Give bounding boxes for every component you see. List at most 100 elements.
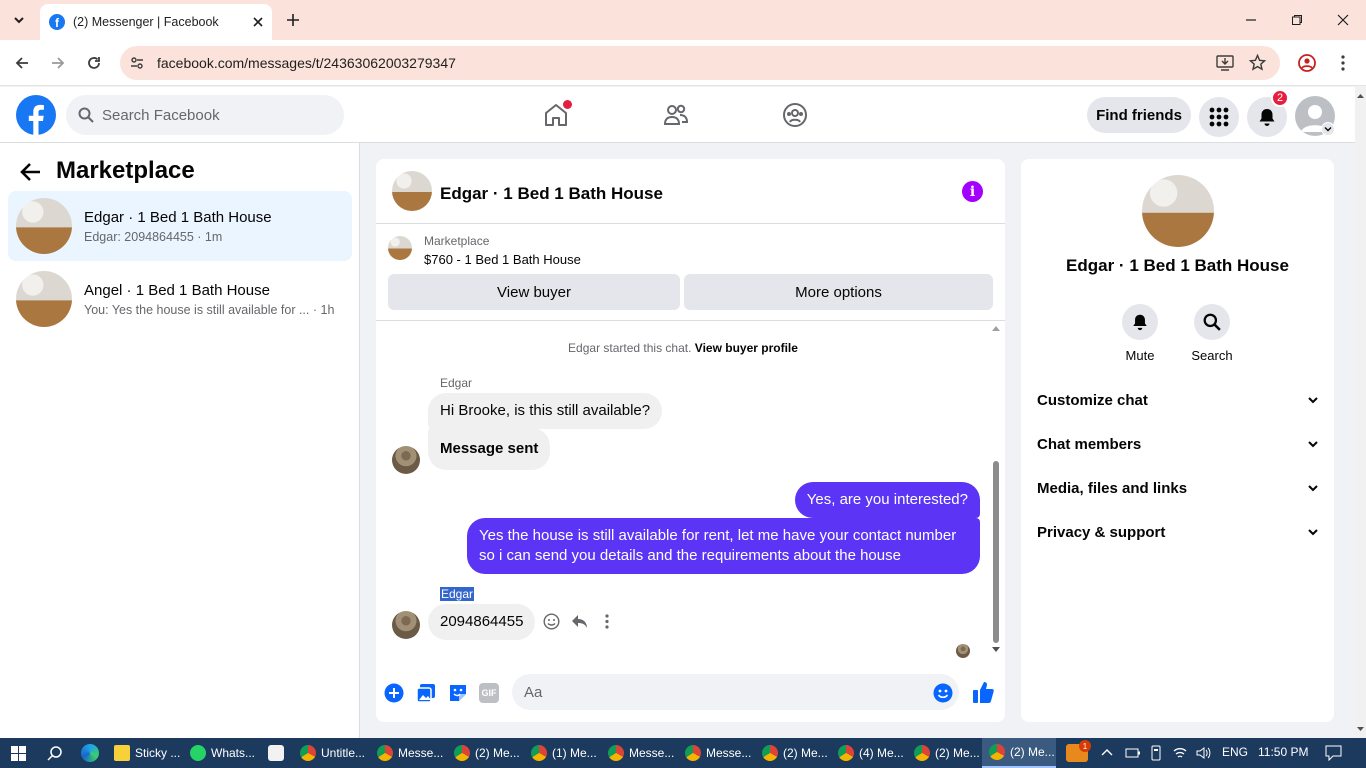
message-bubble-incoming[interactable]: Hi Brooke, is this still available?: [428, 393, 663, 429]
chat-avatar[interactable]: [392, 171, 432, 211]
taskbar-search-icon[interactable]: [47, 745, 63, 761]
back-arrow-icon[interactable]: [20, 161, 42, 183]
reply-icon[interactable]: [571, 614, 588, 629]
chat-members-section[interactable]: Chat members: [1037, 422, 1319, 466]
emoji-icon[interactable]: [933, 683, 953, 703]
chevron-down-icon: [1307, 482, 1319, 494]
reload-icon[interactable]: [81, 50, 107, 76]
chat-title[interactable]: Edgar · 1 Bed 1 Bath House: [440, 184, 663, 204]
more-options-button[interactable]: More options: [684, 274, 993, 310]
taskbar-item-chrome-active[interactable]: (2) Me...: [982, 738, 1056, 768]
search-in-conversation-icon[interactable]: [1194, 304, 1230, 340]
react-smile-icon[interactable]: [543, 613, 560, 630]
site-settings-icon[interactable]: [129, 55, 145, 71]
taskbar-item-chrome[interactable]: (4) Me...: [838, 738, 904, 768]
groups-icon[interactable]: [772, 93, 818, 137]
message-bubble-outgoing[interactable]: Yes the house is still available for ren…: [467, 518, 980, 574]
search-icon: [78, 107, 94, 123]
taskbar-item-chrome[interactable]: Messe...: [608, 738, 674, 768]
taskbar-item-sticky[interactable]: Sticky ...: [114, 738, 180, 768]
details-avatar[interactable]: [1142, 175, 1214, 247]
account-chevron-down-icon[interactable]: [1321, 122, 1335, 136]
conversation-info-icon[interactable]: i: [962, 181, 983, 202]
taskbar-item-chrome[interactable]: Untitle...: [300, 738, 365, 768]
install-app-icon[interactable]: [1216, 55, 1234, 71]
open-more-actions-icon[interactable]: [384, 683, 404, 703]
page-scrollbar[interactable]: [1355, 87, 1366, 738]
message-bubble-incoming[interactable]: Message sent: [428, 428, 551, 470]
chat-panel: Edgar · 1 Bed 1 Bath House i Marketplace…: [376, 159, 1005, 722]
windows-taskbar: Sticky ... Whats... Untitle... Messe... …: [0, 738, 1366, 768]
message-bubble-incoming[interactable]: 2094864455: [428, 604, 536, 640]
taskbar-item-chrome[interactable]: (1) Me...: [531, 738, 597, 768]
facebook-favicon-icon: f: [49, 14, 65, 30]
taskbar-item-whatsapp[interactable]: Whats...: [190, 738, 255, 768]
address-bar[interactable]: facebook.com/messages/t/2436306200327934…: [120, 46, 1280, 80]
taskbar-item-chrome[interactable]: (2) Me...: [762, 738, 828, 768]
menu-grid-icon[interactable]: [1199, 97, 1239, 137]
sticker-icon[interactable]: [448, 683, 468, 703]
message-thread: Edgar started this chat. View buyer prof…: [376, 322, 1005, 662]
customize-chat-section[interactable]: Customize chat: [1037, 378, 1319, 422]
section-label: Chat members: [1037, 435, 1142, 453]
taskbar-item-chrome[interactable]: Messe...: [685, 738, 751, 768]
conversation-item-angel[interactable]: Angel · 1 Bed 1 Bath House You: Yes the …: [8, 264, 352, 334]
tab-title: (2) Messenger | Facebook: [73, 15, 219, 29]
more-actions-icon[interactable]: [605, 614, 609, 629]
mute-action[interactable]: Mute: [1110, 304, 1170, 363]
section-label: Privacy & support: [1037, 523, 1166, 541]
gif-icon[interactable]: GIF: [479, 683, 499, 703]
view-buyer-button[interactable]: View buyer: [388, 274, 680, 310]
restore-icon[interactable]: [1274, 0, 1320, 40]
browser-menu-icon[interactable]: [1330, 50, 1356, 76]
profile-icon[interactable]: [1294, 50, 1320, 76]
marketplace-sidebar: Marketplace Edgar · 1 Bed 1 Bath House E…: [0, 143, 360, 738]
battery-icon[interactable]: [1125, 747, 1141, 759]
taskbar-item-chrome[interactable]: Messe...: [377, 738, 443, 768]
wifi-icon[interactable]: [1172, 745, 1188, 761]
browser-tab[interactable]: f (2) Messenger | Facebook: [40, 4, 272, 40]
windows-start-icon[interactable]: [11, 746, 26, 761]
minimize-icon[interactable]: [1228, 0, 1274, 40]
media-files-links-section[interactable]: Media, files and links: [1037, 466, 1319, 510]
clock[interactable]: 11:50 PM: [1258, 745, 1308, 759]
edge-browser-icon[interactable]: [81, 744, 99, 762]
tray-chevron-up-icon[interactable]: [1101, 748, 1113, 756]
listing-thumbnail[interactable]: [388, 236, 412, 260]
view-buyer-profile-link[interactable]: View buyer profile: [695, 341, 798, 355]
notification-center-icon[interactable]: [1325, 745, 1342, 761]
conversation-name: Angel · 1 Bed 1 Bath House: [84, 281, 270, 299]
usb-device-icon[interactable]: [1149, 745, 1163, 761]
attach-photo-icon[interactable]: [416, 683, 436, 703]
home-icon[interactable]: [533, 93, 579, 137]
find-friends-button[interactable]: Find friends: [1087, 97, 1191, 133]
tab-search-dropdown-icon[interactable]: [6, 8, 32, 32]
message-bubble-outgoing[interactable]: Yes, are you interested?: [794, 482, 980, 518]
chrome-icon: [454, 745, 470, 761]
back-icon[interactable]: [9, 50, 35, 76]
close-window-icon[interactable]: [1320, 0, 1366, 40]
chevron-down-icon: [1307, 394, 1319, 406]
privacy-support-section[interactable]: Privacy & support: [1037, 510, 1319, 554]
bookmark-star-icon[interactable]: [1249, 54, 1266, 71]
mute-bell-icon[interactable]: [1122, 304, 1158, 340]
search-action[interactable]: Search: [1182, 304, 1242, 363]
search-facebook-input[interactable]: Search Facebook: [66, 95, 344, 135]
taskbar-item-paint[interactable]: [268, 738, 289, 768]
close-tab-icon[interactable]: [252, 16, 264, 28]
thread-scrollbar[interactable]: [990, 322, 1002, 656]
listing-title[interactable]: $760 - 1 Bed 1 Bath House: [424, 252, 581, 267]
forward-icon[interactable]: [45, 50, 71, 76]
thumbs-up-icon[interactable]: [972, 680, 994, 704]
message-composer: GIF Aa: [376, 666, 1005, 722]
taskbar-item-chrome[interactable]: (2) Me...: [914, 738, 980, 768]
language-indicator[interactable]: ENG: [1222, 745, 1248, 759]
url-text[interactable]: facebook.com/messages/t/2436306200327934…: [157, 55, 456, 71]
message-input[interactable]: Aa: [512, 674, 959, 710]
conversation-item-edgar[interactable]: Edgar · 1 Bed 1 Bath House Edgar: 209486…: [8, 191, 352, 261]
new-tab-icon[interactable]: [282, 8, 304, 32]
friends-icon[interactable]: [653, 93, 699, 137]
volume-icon[interactable]: [1195, 745, 1211, 761]
taskbar-item-chrome[interactable]: (2) Me...: [454, 738, 520, 768]
facebook-logo-icon[interactable]: [16, 95, 56, 135]
